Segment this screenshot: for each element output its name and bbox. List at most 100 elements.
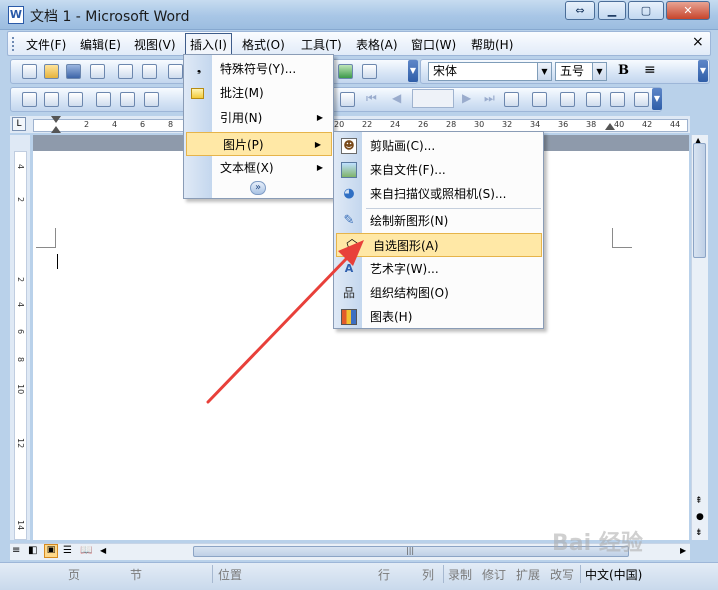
toolbar-icon[interactable] bbox=[560, 92, 575, 107]
toolbar-icon[interactable] bbox=[68, 92, 83, 107]
insert-special-symbol-item[interactable]: ❟ 特殊符号(Y)... bbox=[184, 57, 333, 81]
print-icon[interactable] bbox=[118, 64, 133, 79]
vruler-tick: 6 bbox=[16, 329, 25, 335]
ruler-tick: 6 bbox=[140, 120, 146, 129]
menu-help[interactable]: 帮助(H) bbox=[467, 35, 517, 54]
from-scanner-camera-item[interactable]: ◕ 来自扫描仪或照相机(S)... bbox=[334, 182, 543, 206]
first-line-indent-marker[interactable] bbox=[51, 116, 61, 123]
insert-comment-item[interactable]: 批注(M) bbox=[184, 81, 333, 105]
close-window-button[interactable]: ✕ bbox=[666, 1, 710, 20]
toolbar-icon[interactable] bbox=[532, 92, 547, 107]
font-name-combo[interactable]: 宋体 ▼ bbox=[428, 62, 552, 81]
tab-selector[interactable]: L bbox=[12, 117, 26, 131]
insert-table-icon[interactable] bbox=[362, 64, 377, 79]
toolbar-icon[interactable] bbox=[634, 92, 649, 107]
toolbar-icon[interactable] bbox=[586, 92, 601, 107]
record-number-input[interactable] bbox=[412, 89, 454, 108]
outline-view-icon[interactable]: ☰ bbox=[63, 545, 72, 556]
menu-table[interactable]: 表格(A) bbox=[352, 35, 402, 54]
menubar-grip[interactable] bbox=[12, 37, 15, 51]
align-left-icon[interactable]: ≡ bbox=[644, 62, 656, 78]
previous-page-icon[interactable]: ⇞ bbox=[695, 496, 703, 506]
new-drawing-item[interactable]: ✎ 绘制新图形(N) bbox=[334, 209, 543, 233]
font-size-combo[interactable]: 五号 ▼ bbox=[555, 62, 607, 81]
clip-art-item[interactable]: ☻ 剪贴画(C)... bbox=[334, 134, 543, 158]
insert-menu: ❟ 特殊符号(Y)... 批注(M) 引用(N) ▶ 图片(P) ▶ 文本框(X… bbox=[183, 54, 334, 199]
maximize-button[interactable]: ▢ bbox=[628, 1, 664, 20]
toolbar-icon[interactable] bbox=[144, 92, 159, 107]
expand-menu-icon[interactable]: » bbox=[250, 181, 266, 195]
toolbar-icon[interactable] bbox=[44, 92, 59, 107]
toolbar-icon[interactable] bbox=[22, 92, 37, 107]
org-chart-icon: 品 bbox=[342, 286, 355, 300]
permission-icon[interactable] bbox=[90, 64, 105, 79]
scroll-left-icon[interactable]: ◀ bbox=[100, 546, 106, 555]
previous-record-icon[interactable]: ◀ bbox=[392, 91, 401, 105]
toolbar-icon[interactable] bbox=[610, 92, 625, 107]
hyperlink-icon[interactable] bbox=[338, 64, 353, 79]
submenu-arrow-icon: ▶ bbox=[316, 113, 323, 122]
chevron-down-icon[interactable]: ▼ bbox=[537, 63, 551, 80]
print-layout-view-icon[interactable]: ▣ bbox=[44, 544, 58, 558]
next-page-icon[interactable]: ⇟ bbox=[695, 528, 703, 538]
autoshapes-item[interactable]: ⬠ 自选图形(A) bbox=[336, 233, 542, 257]
insert-textbox-item[interactable]: 文本框(X) ▶ bbox=[184, 156, 333, 180]
ruler-tick: 32 bbox=[502, 120, 513, 129]
first-record-icon[interactable]: ⏮ bbox=[366, 91, 377, 106]
normal-view-icon[interactable]: ≡ bbox=[12, 545, 20, 556]
toolbar-icon[interactable] bbox=[96, 92, 111, 107]
reading-layout-view-icon[interactable]: 📖 bbox=[80, 545, 92, 556]
chart-item[interactable]: 图表(H) bbox=[334, 305, 543, 329]
print-preview-icon[interactable] bbox=[142, 64, 157, 79]
new-document-icon[interactable] bbox=[22, 64, 37, 79]
minimize-button[interactable]: ▁ bbox=[598, 1, 626, 20]
toolbar-icon[interactable] bbox=[504, 92, 519, 107]
toolbar-icon[interactable] bbox=[340, 92, 355, 107]
last-record-icon[interactable]: ⏭ bbox=[484, 91, 495, 106]
picture-submenu: ☻ 剪贴画(C)... 来自文件(F)... ◕ 来自扫描仪或照相机(S)...… bbox=[333, 131, 544, 329]
status-record[interactable]: 录制 bbox=[448, 566, 472, 583]
chevron-down-icon[interactable]: ▼ bbox=[592, 63, 606, 80]
picture-from-file-item[interactable]: 来自文件(F)... bbox=[334, 158, 543, 182]
open-folder-icon[interactable] bbox=[44, 64, 59, 79]
menu-view[interactable]: 视图(V) bbox=[130, 35, 180, 54]
ruler-tick: 26 bbox=[418, 120, 429, 129]
org-chart-item[interactable]: 品 组织结构图(O) bbox=[334, 281, 543, 305]
wordart-item[interactable]: A 艺术字(W)... bbox=[334, 257, 543, 281]
toolbar-icon[interactable] bbox=[120, 92, 135, 107]
web-layout-view-icon[interactable]: ◧ bbox=[28, 545, 37, 556]
word-app-icon[interactable]: W bbox=[8, 6, 24, 24]
menu-window[interactable]: 窗口(W) bbox=[407, 35, 460, 54]
browse-object-icon[interactable]: ● bbox=[696, 512, 704, 522]
next-record-icon[interactable]: ▶ bbox=[462, 91, 471, 105]
insert-reference-item[interactable]: 引用(N) ▶ bbox=[184, 106, 333, 130]
menu-item-label: 组织结构图(O) bbox=[370, 286, 449, 300]
menu-insert[interactable]: 插入(I) bbox=[185, 33, 232, 56]
insert-picture-item[interactable]: 图片(P) ▶ bbox=[186, 132, 332, 156]
toolbar-options-chevron-icon[interactable]: ▼ bbox=[698, 60, 708, 82]
right-indent-marker[interactable] bbox=[605, 123, 615, 130]
status-extend[interactable]: 扩展 bbox=[516, 566, 540, 583]
bold-button[interactable]: B bbox=[618, 63, 629, 78]
menu-item-label: 引用(N) bbox=[220, 111, 263, 125]
menu-file[interactable]: 文件(F) bbox=[22, 35, 70, 54]
new-drawing-icon: ✎ bbox=[343, 213, 355, 228]
ruler-tick: 38 bbox=[586, 120, 597, 129]
toolbar-options-chevron-icon[interactable]: ▼ bbox=[652, 88, 662, 110]
menu-tools[interactable]: 工具(T) bbox=[297, 35, 346, 54]
toolbar-options-chevron-icon[interactable]: ▼ bbox=[408, 60, 418, 82]
ruler-tick: 8 bbox=[168, 120, 174, 129]
status-overtype[interactable]: 改写 bbox=[550, 566, 574, 583]
vertical-scroll-thumb[interactable] bbox=[693, 143, 706, 258]
close-document-icon[interactable]: × bbox=[692, 34, 704, 50]
menu-edit[interactable]: 编辑(E) bbox=[76, 35, 125, 54]
restore-arrows-icon[interactable]: ⇔ bbox=[565, 1, 595, 20]
submenu-arrow-icon: ▶ bbox=[314, 140, 321, 149]
hanging-indent-marker[interactable] bbox=[51, 126, 61, 133]
menu-format[interactable]: 格式(O) bbox=[238, 35, 289, 54]
save-icon[interactable] bbox=[66, 64, 81, 79]
vertical-ruler[interactable]: 4 2 2 4 6 8 10 12 14 bbox=[14, 151, 27, 540]
status-track-changes[interactable]: 修订 bbox=[482, 566, 506, 583]
scroll-right-icon[interactable]: ▶ bbox=[680, 546, 686, 555]
spelling-icon[interactable] bbox=[168, 64, 183, 79]
